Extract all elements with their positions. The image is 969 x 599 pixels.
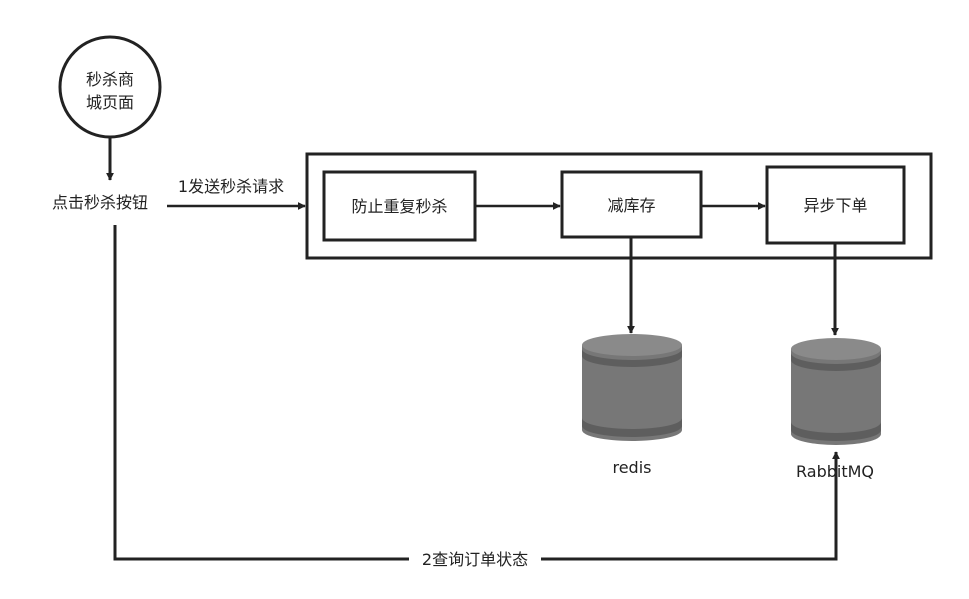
- prevent-duplicate-node: 防止重复秒杀: [322, 170, 477, 242]
- arrow-query-status: [113, 225, 840, 561]
- rabbitmq-label: RabbitMQ: [796, 462, 874, 481]
- query-status-label: 2查询订单状态: [422, 550, 528, 569]
- prevent-duplicate-label: 防止重复秒杀: [351, 197, 447, 216]
- redis-label: redis: [612, 458, 651, 477]
- reduce-stock-label: 减库存: [607, 196, 655, 215]
- click-button-label: 点击秒杀按钮: [52, 193, 148, 212]
- flow-diagram: 秒杀商 城页面 点击秒杀按钮 1发送秒杀请求 防止重复秒杀 减库存 异步下单 r…: [52, 35, 933, 570]
- start-page-node: 秒杀商 城页面: [58, 35, 162, 139]
- async-order-node: 异步下单: [765, 165, 906, 245]
- async-order-label: 异步下单: [803, 196, 867, 215]
- redis-database-icon: [582, 334, 682, 441]
- rabbitmq-database-icon: [791, 338, 881, 445]
- send-request-label: 1发送秒杀请求: [178, 177, 284, 196]
- reduce-stock-node: 减库存: [560, 170, 703, 239]
- start-page-label-line2: 城页面: [86, 93, 134, 112]
- start-page-label-line1: 秒杀商: [86, 70, 134, 89]
